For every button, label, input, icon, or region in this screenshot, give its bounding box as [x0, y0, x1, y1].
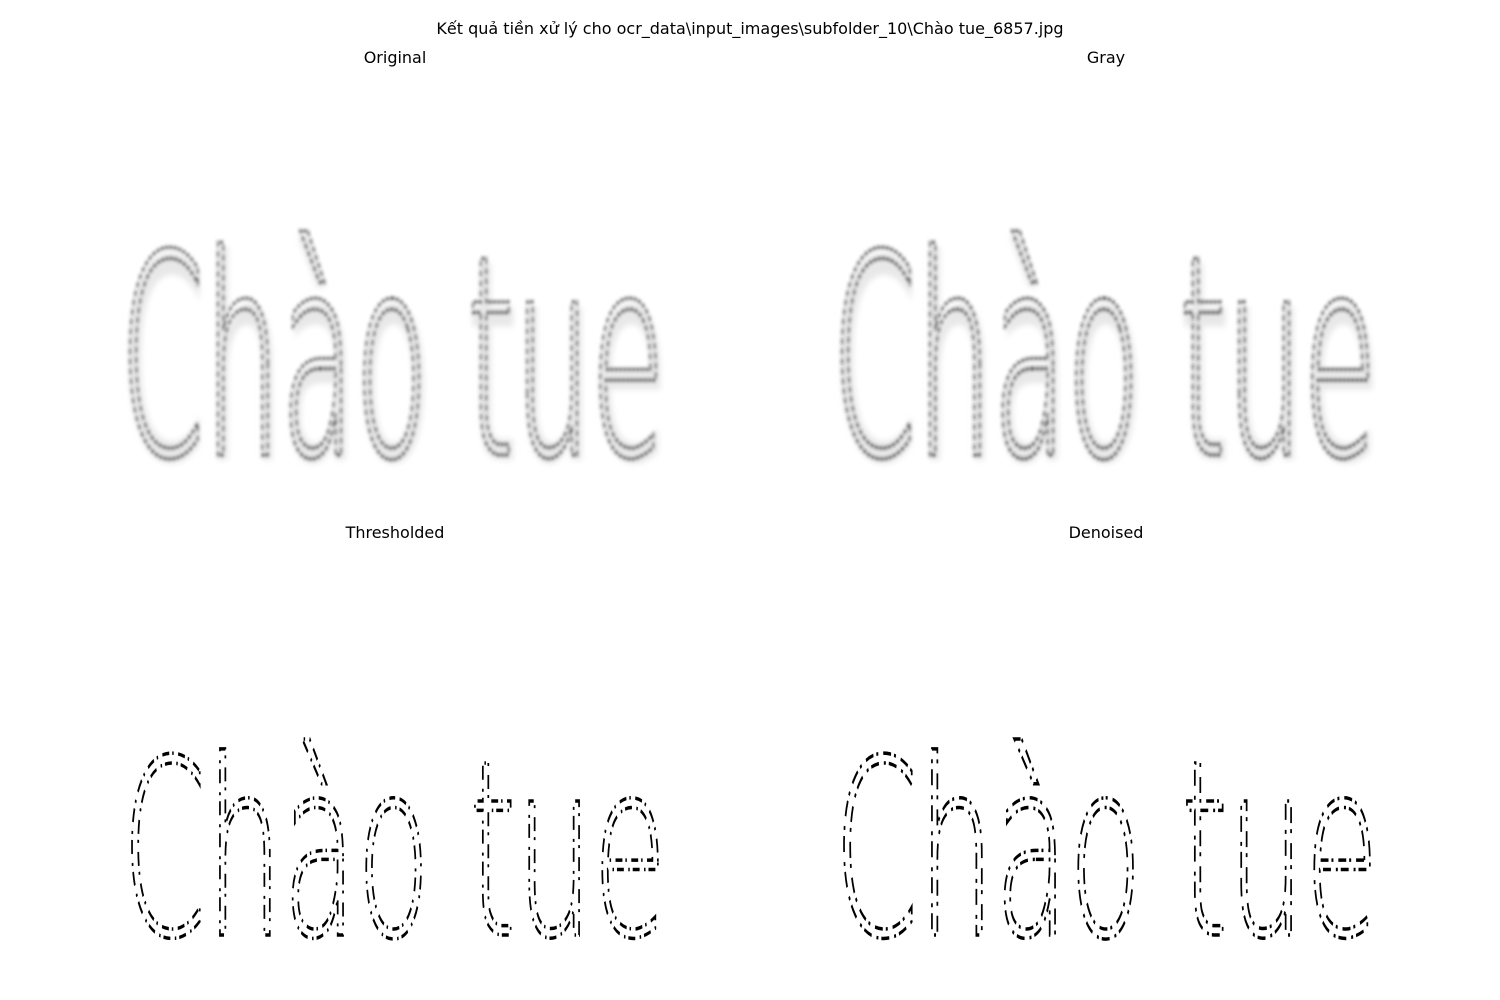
- panel-title-denoised: Denoised: [1068, 523, 1144, 542]
- panel-title-original: Original: [363, 48, 427, 67]
- denoised-image-text: Chào tue: [834, 708, 1379, 950]
- panel-title-thresholded: Thresholded: [345, 523, 445, 542]
- gray-image-text: Chào tue: [832, 196, 1377, 515]
- denoised-image: Chào tue: [822, 690, 1392, 950]
- panel-title-gray: Gray: [1086, 48, 1126, 67]
- thresholded-image: Chào tue: [110, 690, 680, 950]
- thresholded-image-text: Chào tue: [122, 708, 667, 950]
- original-image-text: Chào tue: [120, 196, 665, 515]
- gray-image: Chào tue Chào tue: [822, 175, 1392, 516]
- figure-suptitle: Kết quả tiền xử lý cho ocr_data\input_im…: [436, 19, 1064, 38]
- original-image: Chào tue Chào tue: [110, 175, 680, 516]
